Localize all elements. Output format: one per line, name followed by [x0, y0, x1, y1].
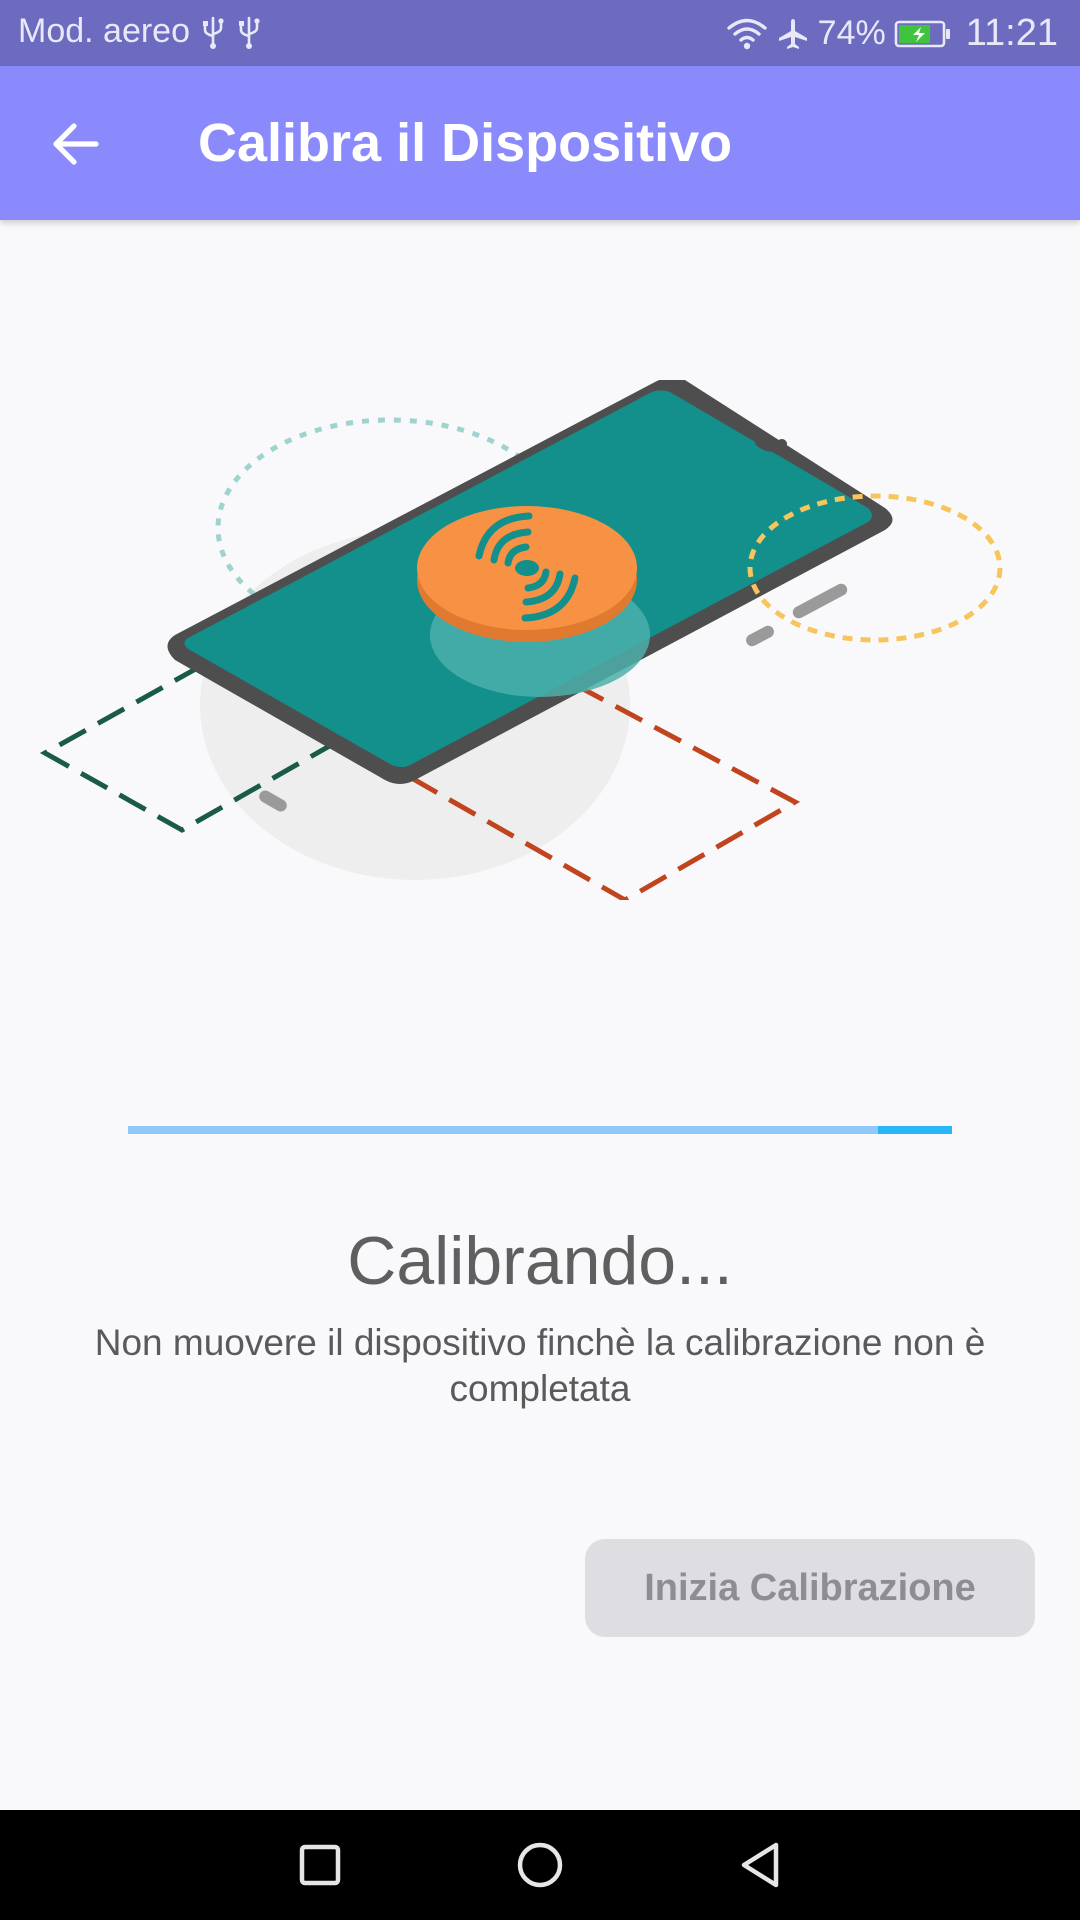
status-bar: Mod. aereo 74% 11:21	[0, 0, 1080, 66]
square-icon	[299, 1844, 341, 1886]
battery-percent: 74%	[817, 14, 886, 52]
start-calibration-button[interactable]: Inizia Calibrazione	[585, 1539, 1035, 1637]
airplane-icon	[778, 18, 807, 49]
usb-icon	[203, 16, 224, 49]
clock: 11:21	[965, 12, 1058, 54]
wifi-icon	[726, 18, 767, 49]
arrow-back-icon	[53, 123, 99, 165]
calibration-title: Calibrando...	[347, 1223, 733, 1299]
back-button[interactable]	[36, 104, 116, 184]
usb-icon-2	[239, 16, 260, 49]
battery-charging-icon	[894, 20, 950, 47]
status-left: Mod. aereo	[18, 12, 262, 51]
page-title: Calibra il Dispositivo	[198, 113, 733, 173]
app-bar: Calibra il Dispositivo	[0, 66, 1080, 220]
home-button[interactable]	[500, 1830, 580, 1900]
nfc-tag	[417, 506, 637, 642]
recents-button[interactable]	[280, 1830, 360, 1900]
airplane-mode-label: Mod. aereo	[18, 12, 190, 50]
navigation-bar	[0, 1810, 1080, 1920]
progress-fill	[877, 1126, 952, 1134]
calibration-message: Non muovere il dispositivo finchè la cal…	[94, 1322, 986, 1409]
calibration-progress-bar	[128, 1126, 952, 1134]
status-right: 74% 11:21	[726, 12, 1058, 55]
nav-back-button[interactable]	[720, 1830, 800, 1900]
triangle-back-icon	[741, 1842, 779, 1888]
circle-icon	[517, 1842, 563, 1888]
phone-calibration-illustration	[39, 380, 1003, 900]
screen: Mod. aereo 74% 11:21 Calibra il Disposit…	[0, 0, 1080, 1920]
